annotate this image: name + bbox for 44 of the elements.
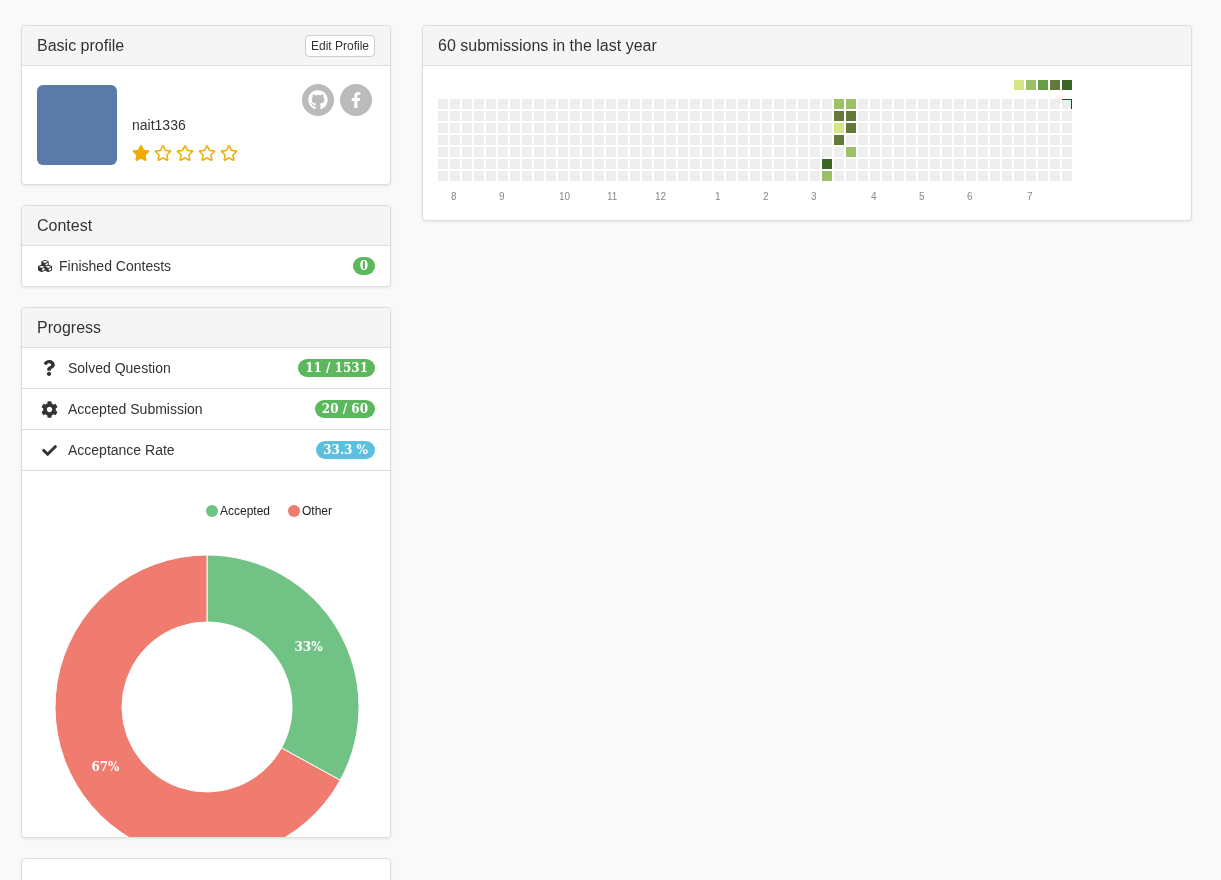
username: nait1336 xyxy=(132,116,187,135)
legend-dot xyxy=(206,505,218,517)
count-badge: 33.3 % xyxy=(316,441,375,459)
edit-profile-button[interactable]: Edit Profile xyxy=(304,34,375,57)
month-label: 12 xyxy=(655,190,667,204)
month-label: 9 xyxy=(499,190,505,204)
list-label: Acceptance Rate xyxy=(68,440,176,460)
github-icon xyxy=(308,90,328,110)
month-label: 2 xyxy=(763,190,769,204)
list-label: Finished Contests xyxy=(59,256,173,276)
empty-star-icon xyxy=(220,144,238,162)
month-label: 5 xyxy=(919,190,925,204)
card-title: Progress xyxy=(37,317,102,338)
question-mark-icon xyxy=(43,360,55,376)
list-label: Solved Question xyxy=(68,358,172,378)
facebook-link[interactable] xyxy=(340,84,372,116)
month-label: 3 xyxy=(811,190,817,204)
month-label: 1 xyxy=(715,190,721,204)
legend-label: Accepted xyxy=(220,504,271,518)
empty-star-icon xyxy=(198,144,216,162)
month-label: 10 xyxy=(559,190,571,204)
empty-star-icon xyxy=(176,144,194,162)
month-label: 6 xyxy=(967,190,973,204)
card-title: Contest xyxy=(37,215,93,236)
month-label: 11 xyxy=(607,190,618,204)
checkmark-icon xyxy=(40,442,58,458)
gear-icon xyxy=(40,400,58,418)
count-badge: 0 xyxy=(352,257,375,275)
slice-label: 67% xyxy=(91,760,120,775)
filled-star-icon xyxy=(132,144,150,162)
github-link[interactable] xyxy=(302,84,334,116)
count-badge: 20 / 60 xyxy=(314,400,375,418)
card-title: Basic profile xyxy=(37,35,125,56)
list-label: Accepted Submission xyxy=(68,399,204,419)
month-label: 8 xyxy=(451,190,457,204)
cubes-icon xyxy=(37,259,53,273)
slice-label: 33% xyxy=(294,639,323,654)
empty-star-icon xyxy=(154,144,172,162)
legend-dot xyxy=(288,505,300,517)
card-title: 60 submissions in the last year xyxy=(438,35,657,56)
month-label: 4 xyxy=(871,190,877,204)
legend-label: Other xyxy=(302,504,332,518)
month-label: 7 xyxy=(1027,190,1033,204)
count-badge: 11 / 1531 xyxy=(298,359,375,377)
